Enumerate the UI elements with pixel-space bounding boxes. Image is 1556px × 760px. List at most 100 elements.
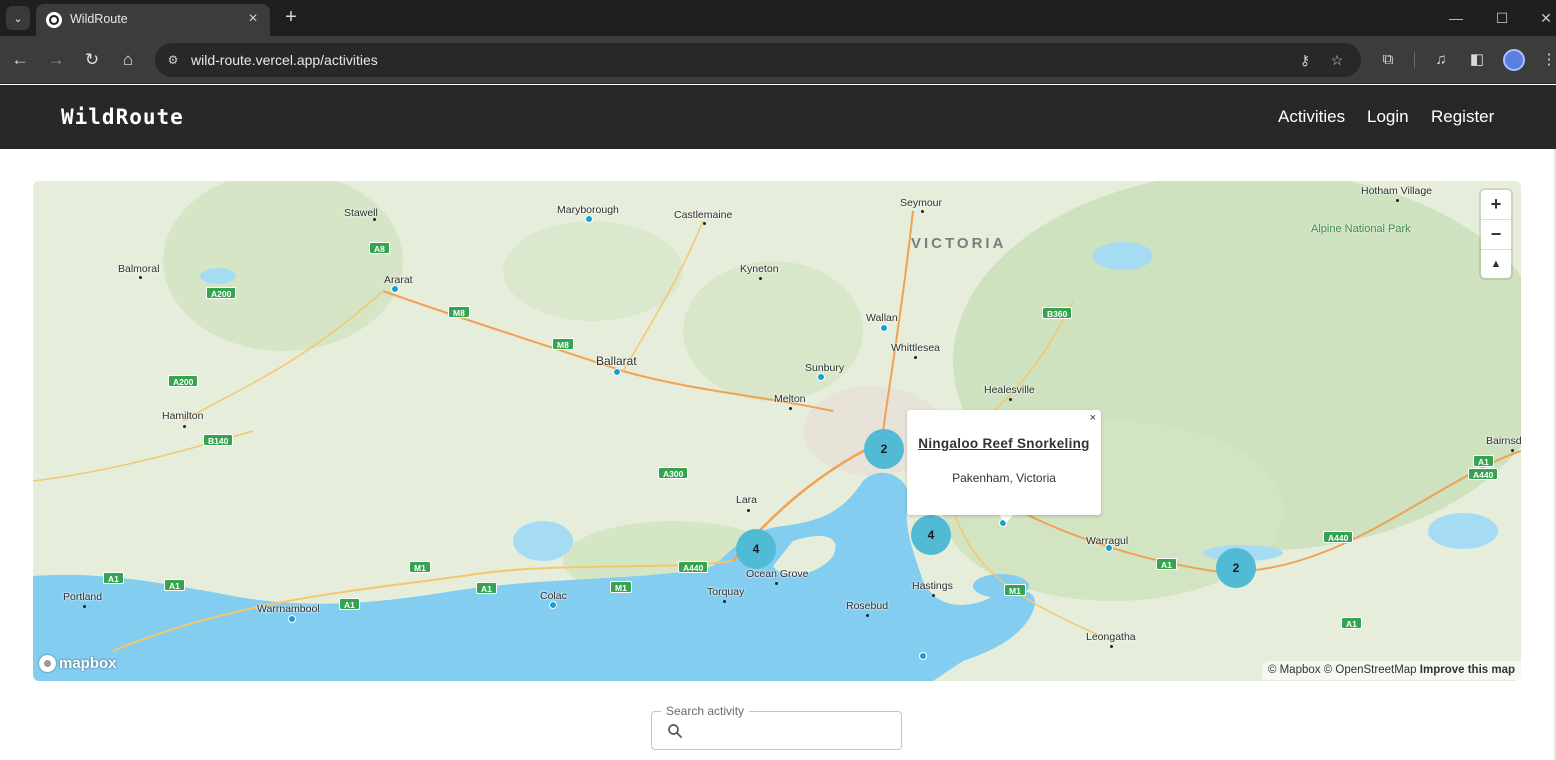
- town-marker: [373, 218, 376, 221]
- tab-close-icon[interactable]: ×: [244, 10, 262, 28]
- place-label: Torquay: [707, 586, 745, 598]
- place-label: Healesville: [984, 384, 1035, 396]
- side-panel-icon[interactable]: ◧: [1466, 49, 1488, 71]
- place-label: Ararat: [384, 274, 413, 286]
- activity-marker[interactable]: [880, 324, 888, 332]
- road-shield: A1: [164, 579, 185, 591]
- bookmark-star-icon[interactable]: ☆: [1328, 51, 1346, 69]
- activity-cluster[interactable]: 2: [1216, 548, 1256, 588]
- town-marker: [914, 356, 917, 359]
- map-navigation-control: + − ▲: [1481, 190, 1511, 278]
- nav-link-login[interactable]: Login: [1367, 107, 1409, 127]
- url-text[interactable]: wild-route.vercel.app/activities: [191, 52, 378, 68]
- place-label: Melton: [774, 393, 806, 405]
- password-key-icon[interactable]: ⚷: [1296, 51, 1314, 69]
- town-marker: [1511, 449, 1514, 452]
- town-marker: [932, 594, 935, 597]
- activity-cluster[interactable]: 2: [864, 429, 904, 469]
- forward-icon[interactable]: →: [45, 49, 67, 71]
- improve-map-link[interactable]: Improve this map: [1420, 664, 1515, 676]
- place-label: Kyneton: [740, 263, 779, 275]
- activity-marker[interactable]: [391, 285, 399, 293]
- maximize-window-button[interactable]: ☐: [1492, 8, 1512, 28]
- place-label: Castlemaine: [674, 209, 733, 221]
- road-shield: M1: [610, 581, 632, 593]
- reload-icon[interactable]: ↻: [81, 49, 103, 71]
- activity-marker[interactable]: [919, 652, 927, 660]
- place-label: Balmoral: [118, 263, 160, 275]
- mapbox-logo-icon: [39, 654, 56, 672]
- place-label: Sunbury: [805, 362, 845, 374]
- activity-cluster[interactable]: 4: [736, 529, 776, 569]
- mapbox-logo-text: mapbox: [59, 654, 117, 672]
- road-shield: A300: [658, 467, 689, 479]
- town-marker: [1110, 645, 1113, 648]
- search-input[interactable]: [692, 718, 892, 744]
- activity-marker[interactable]: [817, 373, 825, 381]
- road-shield: B140: [203, 434, 234, 446]
- activity-marker[interactable]: [613, 368, 621, 376]
- tab-title: WildRoute: [70, 12, 128, 26]
- site-favicon-icon: [46, 12, 62, 28]
- site-info-icon[interactable]: ⚙: [164, 51, 182, 69]
- activity-marker[interactable]: [585, 215, 593, 223]
- town-marker: [921, 210, 924, 213]
- new-tab-button[interactable]: +: [280, 6, 302, 28]
- nav-link-register[interactable]: Register: [1431, 107, 1494, 127]
- close-window-button[interactable]: ✕: [1536, 8, 1556, 28]
- popup-activity-link[interactable]: Ningaloo Reef Snorkeling: [907, 436, 1101, 451]
- town-marker: [83, 605, 86, 608]
- town-marker: [747, 509, 750, 512]
- road-shield: A8: [369, 242, 390, 254]
- app-navbar: WildRoute Activities Login Register: [0, 85, 1556, 149]
- place-label: Wallan: [866, 312, 898, 324]
- park-label: Alpine National Park: [1311, 223, 1411, 235]
- back-icon[interactable]: ←: [9, 49, 31, 71]
- compass-icon[interactable]: ▲: [1481, 250, 1511, 279]
- mapbox-logo[interactable]: mapbox: [39, 652, 117, 674]
- activity-popup: × Ningaloo Reef Snorkeling Pakenham, Vic…: [907, 410, 1101, 515]
- activity-marker[interactable]: [549, 601, 557, 609]
- profile-avatar[interactable]: [1503, 49, 1525, 71]
- home-icon[interactable]: ⌂: [117, 49, 139, 71]
- town-marker: [1396, 199, 1399, 202]
- place-label: Seymour: [900, 197, 943, 209]
- town-marker: [759, 277, 762, 280]
- media-controls-icon[interactable]: ♫: [1430, 49, 1452, 71]
- road-shield: M8: [448, 306, 470, 318]
- town-marker: [789, 407, 792, 410]
- search-label: Search activity: [661, 704, 750, 718]
- road-shield: A440: [1323, 531, 1354, 543]
- brand-logo[interactable]: WildRoute: [61, 105, 184, 129]
- browser-tab[interactable]: WildRoute ×: [36, 4, 270, 36]
- place-label: Bairnsdale: [1486, 435, 1521, 447]
- popup-close-button[interactable]: ×: [1090, 412, 1096, 424]
- nav-link-activities[interactable]: Activities: [1278, 107, 1345, 127]
- town-marker: [139, 276, 142, 279]
- activities-map[interactable]: VICTORIA Alpine National Park Stawell Ma…: [33, 181, 1521, 681]
- address-bar[interactable]: ⚙ wild-route.vercel.app/activities ⚷ ☆: [155, 43, 1361, 77]
- activity-cluster[interactable]: 4: [911, 515, 951, 555]
- zoom-in-button[interactable]: +: [1481, 190, 1511, 219]
- place-label: Leongatha: [1086, 631, 1136, 643]
- zoom-out-button[interactable]: −: [1481, 220, 1511, 249]
- toolbar-divider: [1414, 52, 1415, 68]
- road-shield: A1: [476, 582, 497, 594]
- browser-tab-bar: ⌄ WildRoute × + — ☐ ✕: [0, 0, 1556, 36]
- attribution-text[interactable]: © Mapbox © OpenStreetMap: [1268, 664, 1417, 676]
- place-label: Portland: [63, 591, 103, 603]
- activity-marker[interactable]: [1105, 544, 1113, 552]
- road-shield: A200: [206, 287, 237, 299]
- search-activity-field[interactable]: Search activity: [651, 704, 902, 750]
- place-label: Hotham Village: [1361, 185, 1433, 197]
- popup-tip: [998, 514, 1014, 523]
- town-marker: [866, 614, 869, 617]
- browser-menu-icon[interactable]: ⋮: [1538, 49, 1556, 71]
- extensions-icon[interactable]: ⧉: [1377, 49, 1399, 71]
- place-label: Ballarat: [596, 354, 637, 368]
- activity-marker[interactable]: [288, 615, 296, 623]
- minimize-window-button[interactable]: —: [1446, 8, 1466, 28]
- search-icon: [668, 724, 682, 738]
- road-shield: M1: [409, 561, 431, 573]
- tab-list-button[interactable]: ⌄: [6, 6, 30, 30]
